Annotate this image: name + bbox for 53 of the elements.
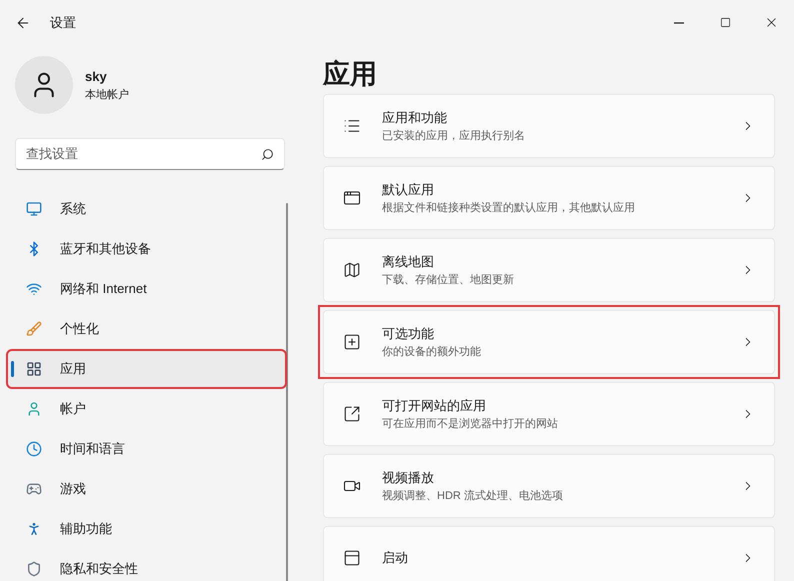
open-link-icon	[343, 405, 361, 423]
account-name: sky	[85, 68, 108, 86]
settings-card[interactable]: 应用和功能 已安装的应用，应用执行别名	[323, 94, 775, 158]
card-subtitle: 你的设备的额外功能	[382, 344, 481, 360]
sidebar-item[interactable]: 帐户	[8, 391, 285, 427]
sidebar-item[interactable]: 网络和 Internet	[8, 271, 285, 307]
grid-plus-icon	[343, 333, 361, 351]
map-icon	[343, 261, 361, 279]
page-title: 应用	[323, 58, 378, 91]
card-subtitle: 根据文件和链接种类设置的默认应用，其他默认应用	[382, 200, 635, 216]
settings-card[interactable]: 默认应用 根据文件和链接种类设置的默认应用，其他默认应用	[323, 166, 775, 230]
clock-icon	[26, 441, 42, 457]
card-title: 可打开网站的应用	[382, 397, 487, 415]
card-title: 启动	[382, 549, 408, 568]
list-icon	[343, 117, 361, 135]
sidebar-item[interactable]: 系统	[8, 191, 285, 227]
card-subtitle: 视频调整、HDR 流式处理、电池选项	[382, 488, 563, 504]
card-subtitle: 下载、存储位置、地图更新	[382, 272, 514, 288]
gamepad-icon	[26, 481, 42, 497]
search-input[interactable]: 查找设置	[26, 144, 261, 164]
monitor-icon	[26, 201, 42, 217]
brush-icon	[26, 321, 42, 337]
account-type: 本地帐户	[85, 88, 129, 102]
sidebar-item[interactable]: 辅助功能	[8, 511, 285, 547]
minimize-icon	[674, 22, 684, 24]
user-icon	[26, 401, 42, 417]
settings-card[interactable]: 启动	[323, 526, 775, 581]
card-title: 离线地图	[382, 253, 435, 271]
sidebar-item[interactable]: 个性化	[8, 311, 285, 347]
card-title: 默认应用	[382, 181, 435, 199]
search-icon	[261, 148, 274, 160]
settings-card[interactable]: 视频播放 视频调整、HDR 流式处理、电池选项	[323, 454, 775, 518]
card-title: 可选功能	[382, 325, 435, 343]
selection-indicator	[11, 361, 14, 377]
card-title: 视频播放	[382, 469, 435, 487]
card-title: 应用和功能	[382, 109, 448, 127]
search-field[interactable]: 查找设置	[15, 138, 285, 170]
shield-icon	[26, 561, 42, 577]
sidebar-item[interactable]: 游戏	[8, 471, 285, 507]
window-icon	[343, 549, 361, 567]
card-subtitle: 已安装的应用，应用执行别名	[382, 128, 525, 144]
sidebar-item[interactable]: 蓝牙和其他设备	[8, 231, 285, 267]
settings-card[interactable]: 可选功能 你的设备的额外功能	[323, 310, 775, 374]
settings-card[interactable]: 可打开网站的应用 可在应用而不是浏览器中打开的网站	[323, 382, 775, 446]
sidebar-item[interactable]: 隐私和安全性	[8, 551, 285, 581]
wifi-icon	[26, 281, 42, 297]
maximize-icon	[720, 17, 730, 28]
settings-card[interactable]: 离线地图 下载、存储位置、地图更新	[323, 238, 775, 302]
apps-icon	[26, 361, 42, 377]
sidebar-item[interactable]: 应用	[8, 351, 285, 387]
sidebar-item[interactable]: 时间和语言	[8, 431, 285, 467]
window-title: 设置	[50, 14, 76, 32]
card-subtitle: 可在应用而不是浏览器中打开的网站	[382, 416, 558, 432]
